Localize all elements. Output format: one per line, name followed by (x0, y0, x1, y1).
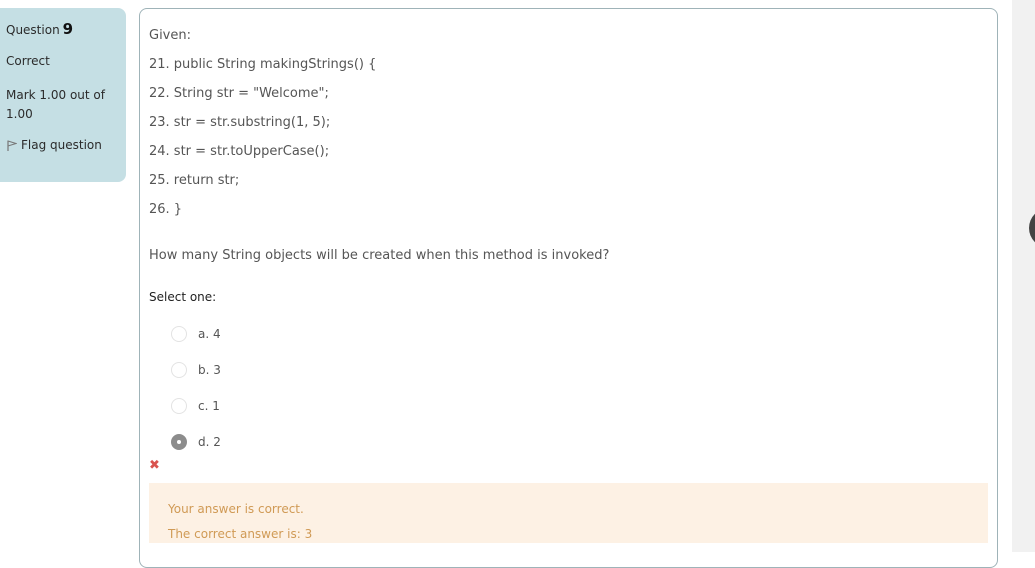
flag-icon (6, 139, 17, 151)
flag-question-label: Flag question (21, 138, 102, 152)
feedback-correct-answer: The correct answer is: 3 (168, 527, 313, 541)
answer-options: a. 4 b. 3 c. 1 d. 2 (149, 316, 988, 460)
question-prompt-text: How many String objects will be created … (149, 248, 610, 263)
answer-label: d. 2 (198, 435, 221, 449)
answer-option-c[interactable]: c. 1 (149, 388, 988, 424)
code-line: 25. return str; (149, 173, 240, 188)
question-number: Question 9 (6, 20, 120, 38)
radio-button[interactable] (171, 326, 187, 342)
feedback-result: Your answer is correct. (168, 502, 304, 516)
code-line: 23. str = str.substring(1, 5); (149, 115, 331, 130)
question-label: Question (6, 23, 60, 37)
answer-label: a. 4 (198, 327, 221, 341)
code-line: 24. str = str.toUpperCase(); (149, 144, 330, 159)
right-drawer-strip (1012, 0, 1035, 552)
answer-option-d[interactable]: d. 2 (149, 424, 988, 460)
answer-label: c. 1 (198, 399, 220, 413)
question-number-value: 9 (62, 20, 74, 38)
code-line: 22. String str = "Welcome"; (149, 86, 329, 101)
code-line: 21. public String makingStrings() { (149, 57, 377, 72)
question-state: Correct (6, 54, 50, 68)
radio-button-selected[interactable] (171, 434, 187, 450)
incorrect-icon: ✖ (149, 458, 160, 473)
flag-question-link[interactable]: Flag question (6, 138, 120, 152)
answer-label: b. 3 (198, 363, 221, 377)
radio-button[interactable] (171, 362, 187, 378)
feedback-box: Your answer is correct. The correct answ… (149, 483, 988, 543)
radio-button[interactable] (171, 398, 187, 414)
answer-option-a[interactable]: a. 4 (149, 316, 988, 352)
answer-option-b[interactable]: b. 3 (149, 352, 988, 388)
question-info-panel: Question 9 Correct Mark 1.00 out of 1.00… (0, 8, 126, 182)
question-grade: Mark 1.00 out of 1.00 (6, 88, 105, 121)
question-content: Given: 21. public String makingStrings()… (139, 8, 998, 568)
select-one-label: Select one: (149, 290, 217, 304)
code-line: 26. } (149, 202, 183, 217)
code-line: Given: (149, 28, 191, 43)
question-text: Given: 21. public String makingStrings()… (149, 27, 988, 264)
drawer-toggle-button[interactable] (1029, 208, 1035, 248)
